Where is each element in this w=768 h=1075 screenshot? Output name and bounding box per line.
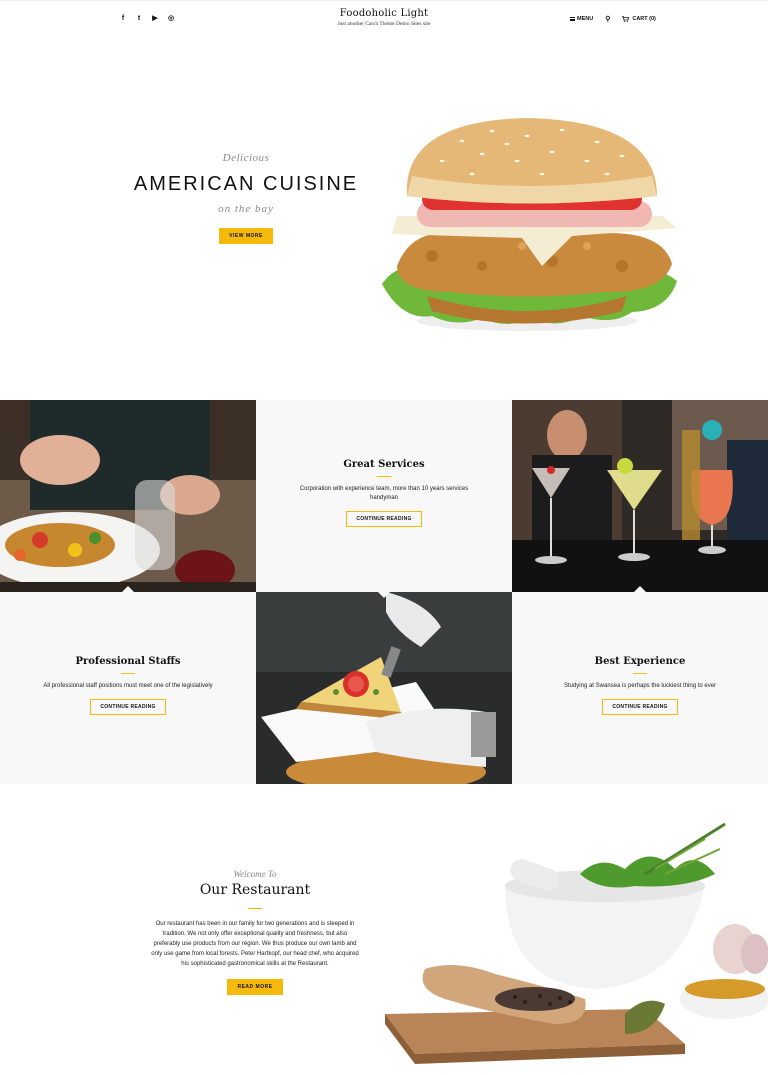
pizza-photo (256, 592, 512, 784)
restaurant-text: Welcome To Our Restaurant Our restaurant… (150, 869, 360, 995)
hero-subtitle: on the bay (218, 203, 274, 215)
view-more-button[interactable]: VIEW MORE (219, 228, 273, 244)
hero-title: AMERICAN CUISINE (133, 173, 359, 195)
continue-reading-button[interactable]: CONTINUE READING (602, 699, 678, 715)
feature-professional-staffs: Professional Staffs All professional sta… (0, 592, 256, 784)
title-divider (121, 673, 135, 674)
hamburger-icon (570, 17, 575, 21)
read-more-button[interactable]: READ MORE (227, 979, 283, 995)
cocktails-photo (512, 400, 768, 592)
hero-section: Delicious AMERICAN CUISINE on the bay VI… (0, 38, 768, 400)
title-divider (377, 476, 391, 477)
feature-title: Great Services (343, 459, 425, 470)
feature-text: Studying at Swansea is perhaps the lucki… (563, 683, 717, 689)
cart-icon (622, 16, 630, 22)
title-divider (248, 908, 262, 909)
site-header: f t ▶ ◎ Foodoholic Light Just another Ca… (0, 0, 768, 38)
header-actions: MENU ⚲ CART (0) (570, 15, 656, 23)
menu-label: MENU (577, 16, 594, 22)
cart-button[interactable]: CART (0) (622, 16, 656, 22)
title-divider (633, 673, 647, 674)
features-grid: Great Services Corporation with experien… (0, 400, 768, 784)
hero-pretitle: Delicious (222, 152, 270, 164)
continue-reading-button[interactable]: CONTINUE READING (346, 511, 422, 527)
restaurant-description: Our restaurant has been in our family fo… (151, 921, 359, 967)
burger-image (382, 118, 677, 331)
feature-great-services: Great Services Corporation with experien… (256, 400, 512, 592)
cart-label: CART (0) (632, 16, 656, 22)
feature-text: All professional staff positions must me… (43, 683, 213, 689)
feature-title: Professional Staffs (75, 656, 181, 667)
restaurant-pretitle: Welcome To (233, 869, 277, 879)
feature-title: Best Experience (594, 656, 686, 667)
continue-reading-button[interactable]: CONTINUE READING (90, 699, 166, 715)
restaurant-title: Our Restaurant (199, 882, 311, 898)
menu-button[interactable]: MENU (570, 16, 593, 22)
hero-text: Delicious AMERICAN CUISINE on the bay VI… (130, 152, 362, 244)
search-icon[interactable]: ⚲ (605, 15, 610, 23)
dining-photo (0, 400, 256, 592)
herbs-mortar-image (385, 822, 768, 1064)
feature-text: Corporation with experience team, more t… (299, 486, 469, 501)
feature-best-experience: Best Experience Studying at Swansea is p… (512, 592, 768, 784)
restaurant-section: Welcome To Our Restaurant Our restaurant… (0, 784, 768, 1075)
